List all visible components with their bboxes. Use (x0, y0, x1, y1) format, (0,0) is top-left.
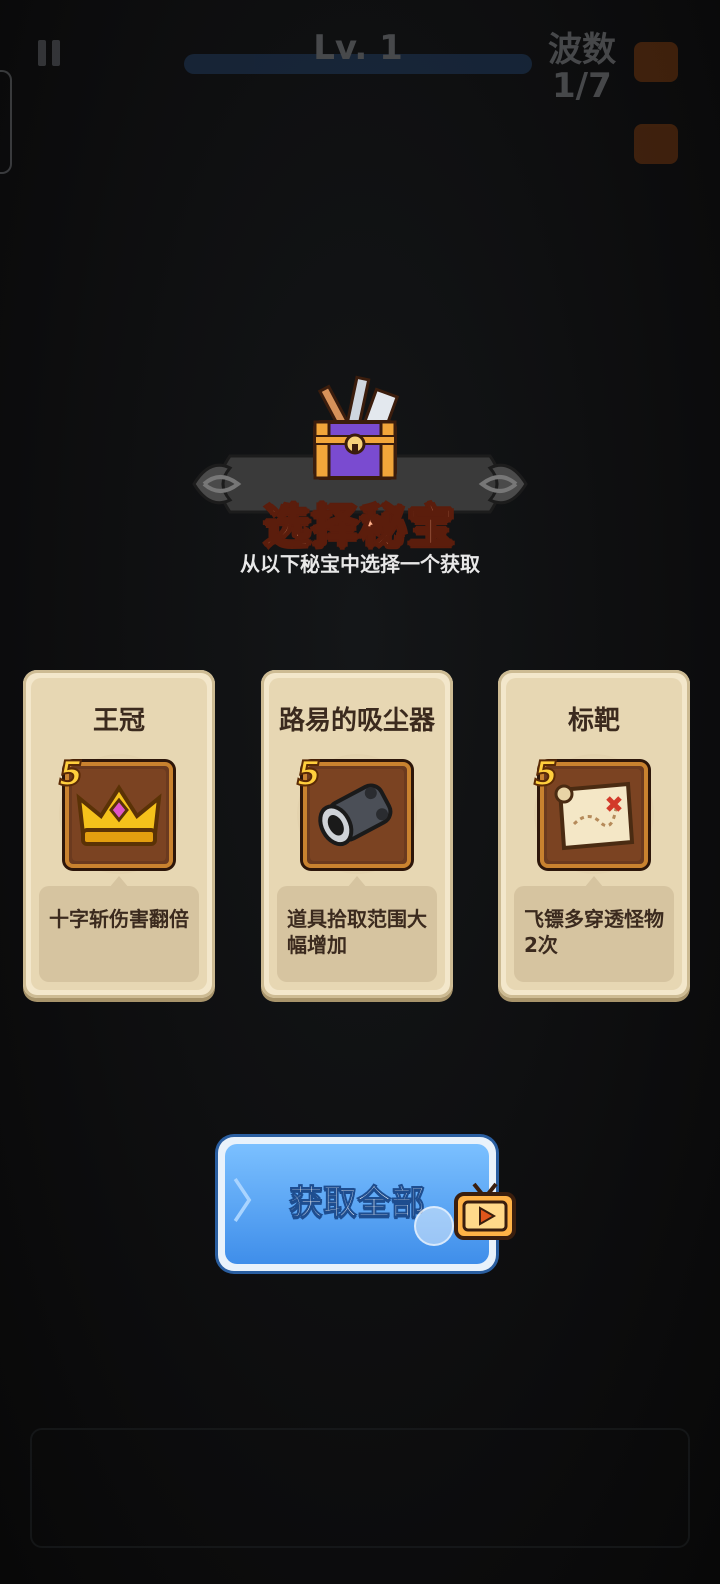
video-ad-icon[interactable] (452, 1178, 518, 1244)
cannon-icon (318, 783, 393, 847)
card-description: 飞镖多穿透怪物2次 (524, 907, 664, 957)
treasure-card-target[interactable]: 标靶 5 飞镖多穿透怪物2次 (498, 670, 690, 998)
side-panel-edge (0, 70, 12, 174)
pause-icon (30, 34, 70, 74)
card-title: 路易的吸尘器 (278, 706, 435, 736)
card-title: 王冠 (92, 706, 145, 736)
card-description: 道具拾取范围大幅增加 (287, 907, 427, 957)
bottom-panel (30, 1428, 690, 1548)
treasure-chest-icon (313, 375, 400, 480)
treasure-card-vacuum[interactable]: 路易的吸尘器 5 道具拾取范围大幅增加 (261, 670, 453, 998)
desc-box: 道具拾取范围大幅增加 (277, 886, 437, 982)
desc-box: 十字斩伤害翻倍 (39, 886, 199, 982)
rank-badge: 5 (58, 753, 84, 795)
treasure-card-crown[interactable]: 王冠 5 十字斩伤害翻倍 (23, 670, 215, 998)
rank-badge: 5 (533, 753, 559, 795)
wave-counter: 1/7 (552, 66, 612, 106)
desc-box: 飞镖多穿透怪物2次 (514, 886, 674, 982)
top-hud: Lv. 1 波数 1/7 (0, 0, 720, 200)
rank-badge: 5 (296, 753, 322, 795)
card-title: 标靶 (567, 706, 620, 736)
page-title: 选择秘宝 (263, 498, 456, 554)
hud-button-1 (634, 42, 678, 82)
tap-indicator (414, 1206, 454, 1246)
treasure-header: 选择秘宝 从以下秘宝中选择一个获取 (190, 360, 530, 590)
card-description: 十字斩伤害翻倍 (49, 907, 189, 931)
wave-label: 波数 (548, 30, 616, 70)
crown-icon (76, 784, 162, 846)
hud-button-2 (634, 124, 678, 164)
map-icon (554, 781, 635, 851)
level-label: Lv. 1 (313, 28, 403, 68)
page-subtitle: 从以下秘宝中选择一个获取 (240, 552, 480, 576)
